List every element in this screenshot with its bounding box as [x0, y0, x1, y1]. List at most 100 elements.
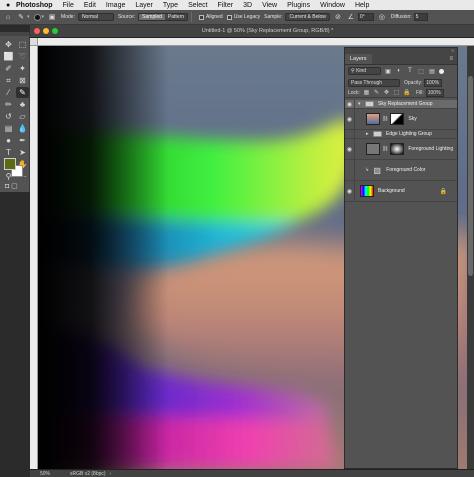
chevron-down-icon[interactable]: ▾	[27, 14, 30, 20]
use-legacy-checkbox[interactable]	[226, 14, 232, 20]
marquee-tool-icon[interactable]: ⬜	[2, 51, 15, 62]
apple-icon[interactable]: ●	[6, 2, 16, 9]
chevron-down-icon[interactable]: ▾	[42, 14, 45, 20]
layer-background[interactable]: ◉ Background 🔒	[345, 181, 457, 202]
layer-thumbnail[interactable]	[366, 143, 380, 155]
close-icon[interactable]	[34, 28, 40, 34]
menu-filter[interactable]: Filter	[218, 2, 234, 9]
document-profile[interactable]: sRGB v2 (8bpc)	[70, 471, 106, 477]
link-icon[interactable]: ⛓	[382, 146, 388, 152]
filter-kind-select[interactable]: ⚲ Kind	[348, 67, 381, 75]
eye-icon[interactable]: ◉	[345, 139, 355, 159]
tab-layers[interactable]: Layers	[345, 54, 372, 64]
opacity-input[interactable]: 100%	[424, 78, 443, 87]
aligned-checkbox[interactable]	[199, 14, 205, 20]
layer-thumbnail[interactable]	[366, 113, 380, 125]
home-icon[interactable]: ⌂	[3, 12, 13, 22]
history-brush-tool-icon[interactable]: ↺	[2, 111, 15, 122]
healing-brush-icon[interactable]: ✎	[16, 12, 26, 22]
smart-object-filter-icon[interactable]: ▤	[428, 67, 436, 75]
minimize-icon[interactable]	[43, 28, 49, 34]
dodge-tool-icon[interactable]: ●	[2, 135, 15, 146]
lock-icon[interactable]: 🔒	[440, 188, 447, 195]
menu-image[interactable]: Image	[106, 2, 125, 9]
mode-select[interactable]: Normal	[77, 13, 114, 21]
menu-window[interactable]: Window	[320, 2, 345, 9]
angle-input[interactable]: 0°	[357, 13, 374, 21]
blur-tool-icon[interactable]: 💧	[16, 123, 29, 134]
menu-plugins[interactable]: Plugins	[287, 2, 310, 9]
brush-tool-icon[interactable]: ✏	[2, 99, 15, 110]
pressure-size-icon[interactable]: ◎	[377, 12, 387, 22]
layer-foreground-color[interactable]: ◉ ↳ ▨ Foreground Color	[345, 160, 457, 181]
lock-pixels-icon[interactable]: ▦	[363, 89, 370, 96]
ignore-adjustment-icon[interactable]: ⊘	[333, 12, 343, 22]
eye-icon[interactable]: ◉	[345, 109, 355, 129]
eye-icon[interactable]: ◉	[345, 100, 355, 108]
layer-sky-replacement-group[interactable]: ◉ ▾ Sky Replacement Group	[345, 100, 457, 109]
shape-filter-icon[interactable]: ⬚	[417, 67, 425, 75]
ruler-origin[interactable]	[30, 38, 38, 46]
lock-paint-icon[interactable]: ✎	[373, 89, 380, 96]
menu-view[interactable]: View	[262, 2, 277, 9]
pixel-filter-icon[interactable]: ▣	[384, 67, 392, 75]
fill-input[interactable]: 100%	[425, 88, 444, 97]
collapse-icon[interactable]: «	[451, 48, 454, 54]
eraser-tool-icon[interactable]: ▱	[16, 111, 29, 122]
layer-mask-thumbnail[interactable]	[390, 143, 405, 155]
healing-brush-tool-icon[interactable]: ✎	[16, 87, 29, 98]
layer-sky[interactable]: ◉ ⛓ Sky	[345, 109, 457, 130]
diffusion-input[interactable]: 5	[413, 13, 428, 21]
chevron-right-icon[interactable]: ›	[110, 471, 112, 477]
lock-position-icon[interactable]: ✥	[383, 89, 390, 96]
eyedropper-tool-icon[interactable]: ⁄	[2, 87, 15, 98]
layer-foreground-lighting[interactable]: ◉ ⛓ Foreground Lighting	[345, 139, 457, 160]
menu-layer[interactable]: Layer	[135, 2, 153, 9]
scroll-thumb[interactable]	[468, 76, 473, 276]
horizontal-ruler[interactable]	[38, 38, 474, 46]
quick-mask-icon[interactable]: ◘ ▢	[5, 182, 18, 190]
link-icon[interactable]: ⛓	[382, 116, 388, 122]
menu-select[interactable]: Select	[188, 2, 207, 9]
maximize-icon[interactable]	[52, 28, 58, 34]
document-tab[interactable]: Untitled-1 @ 50% (Sky Replacement Group,…	[30, 25, 474, 38]
menu-type[interactable]: Type	[163, 2, 178, 9]
lasso-tool-icon[interactable]: ➰	[16, 51, 29, 62]
zoom-level[interactable]: 50%	[40, 471, 64, 477]
artboard-tool-icon[interactable]: ⬚	[16, 39, 29, 50]
menu-help[interactable]: Help	[355, 2, 369, 9]
chevron-right-icon[interactable]: ▸	[366, 131, 371, 137]
adjustment-layer-icon[interactable]: ▨	[372, 165, 382, 175]
menu-app[interactable]: Photoshop	[16, 2, 53, 9]
blend-mode-select[interactable]: Pass Through	[348, 78, 400, 87]
quick-select-tool-icon[interactable]: ✐	[2, 63, 15, 74]
source-pattern-button[interactable]: Pattern	[164, 14, 188, 20]
menu-file[interactable]: File	[63, 2, 74, 9]
eye-icon[interactable]: ◉	[345, 181, 355, 201]
source-sampled-button[interactable]: Sampled	[139, 14, 165, 20]
move-tool-icon[interactable]: ✥	[2, 39, 15, 50]
menu-edit[interactable]: Edit	[84, 2, 96, 9]
layer-edge-lighting-group[interactable]: ◉ ▸ Edge Lighting Group	[345, 130, 457, 139]
eye-icon[interactable]: ◉	[345, 130, 355, 138]
magic-wand-tool-icon[interactable]: ✦	[16, 63, 29, 74]
menu-3d[interactable]: 3D	[243, 2, 252, 9]
crop-tool-icon[interactable]: ⌗	[2, 75, 15, 86]
eye-icon[interactable]: ◉	[345, 160, 355, 180]
gradient-tool-icon[interactable]: ▤	[2, 123, 15, 134]
pen-tool-icon[interactable]: ✒	[16, 135, 29, 146]
chevron-down-icon[interactable]: ▾	[358, 101, 363, 107]
angle-icon[interactable]: ∠	[346, 12, 356, 22]
brush-settings-icon[interactable]: ▣	[47, 12, 57, 22]
layer-thumbnail[interactable]	[360, 185, 374, 197]
lock-all-icon[interactable]: 🔒	[403, 89, 410, 96]
brush-size-preview[interactable]	[33, 13, 41, 21]
layer-mask-thumbnail[interactable]	[390, 113, 405, 125]
adjustment-filter-icon[interactable]: ◐	[395, 67, 403, 75]
panel-menu-icon[interactable]: ≡	[449, 56, 453, 62]
vertical-ruler[interactable]	[30, 46, 38, 469]
vertical-scrollbar[interactable]	[467, 46, 474, 469]
lock-artboard-icon[interactable]: ⬚	[393, 89, 400, 96]
foreground-color-swatch[interactable]	[4, 158, 16, 170]
type-filter-icon[interactable]: T	[406, 67, 414, 75]
